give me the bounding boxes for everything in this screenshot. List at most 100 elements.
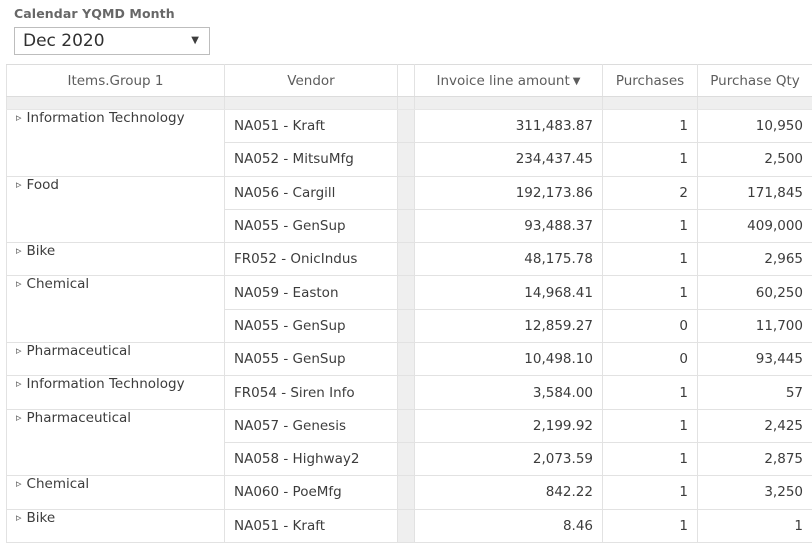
cell-vendor[interactable]: NA060 - PoeMfg (225, 476, 398, 509)
cell-spacer (398, 243, 415, 276)
cell-purchase-qty[interactable]: 1 (698, 509, 812, 542)
table-row[interactable]: ▹Information TechnologyNA051 - Kraft311,… (7, 110, 812, 143)
cell-vendor[interactable]: FR052 - OnicIndus (225, 243, 398, 276)
cell-invoice-line-amount[interactable]: 2,073.59 (415, 442, 603, 475)
column-header-invoice-line-amount-label: Invoice line amount (436, 73, 569, 89)
table-header: Items.Group 1 Vendor Invoice line amount… (7, 65, 812, 97)
cell-spacer (398, 442, 415, 475)
cell-group[interactable]: ▹ Bike (7, 243, 225, 276)
cell-purchase-qty[interactable]: 10,950 (698, 110, 812, 143)
cell-purchase-qty[interactable]: 57 (698, 376, 812, 409)
cell-vendor[interactable]: NA058 - Highway2 (225, 442, 398, 475)
expand-triangle-icon[interactable]: ▹ (16, 344, 22, 357)
cell-purchases[interactable]: 1 (603, 243, 698, 276)
cell-purchase-qty[interactable]: 2,875 (698, 442, 812, 475)
cell-group[interactable]: ▹ Pharmaceutical (7, 409, 225, 476)
cell-purchase-qty[interactable]: 171,845 (698, 176, 812, 209)
cell-purchases[interactable]: 1 (603, 209, 698, 242)
cell-vendor[interactable]: NA056 - Cargill (225, 176, 398, 209)
cell-invoice-line-amount[interactable]: 10,498.10 (415, 343, 603, 376)
cell-purchases[interactable]: 0 (603, 309, 698, 342)
cell-purchase-qty[interactable]: 11,700 (698, 309, 812, 342)
cell-purchases[interactable]: 1 (603, 376, 698, 409)
cell-group-label: Bike (27, 243, 56, 259)
table-row[interactable]: ▹BikeNA051 - Kraft8.4611 (7, 509, 812, 542)
cell-purchases[interactable]: 1 (603, 276, 698, 309)
cell-invoice-line-amount[interactable]: 192,173.86 (415, 176, 603, 209)
cell-invoice-line-amount[interactable]: 8.46 (415, 509, 603, 542)
pivot-table: Items.Group 1 Vendor Invoice line amount… (6, 64, 812, 543)
cell-invoice-line-amount[interactable]: 14,968.41 (415, 276, 603, 309)
cell-vendor[interactable]: NA051 - Kraft (225, 110, 398, 143)
cell-invoice-line-amount[interactable]: 3,584.00 (415, 376, 603, 409)
expand-triangle-icon[interactable]: ▹ (16, 244, 22, 257)
column-header-invoice-line-amount[interactable]: Invoice line amount ▼ (415, 65, 603, 97)
cell-group[interactable]: ▹Information Technology (7, 376, 225, 409)
cell-group-label: Pharmaceutical (27, 410, 131, 426)
cell-vendor[interactable]: NA057 - Genesis (225, 409, 398, 442)
table-row[interactable]: ▹ Bike FR052 - OnicIndus 48,175.7812,965 (7, 243, 812, 276)
expand-triangle-icon[interactable]: ▹ (16, 511, 22, 524)
table-row[interactable]: ▹ Food NA056 - Cargill 192,173.862171,845 (7, 176, 812, 209)
cell-vendor[interactable]: NA055 - GenSup (225, 209, 398, 242)
column-header-purchase-qty[interactable]: Purchase Qty (698, 65, 812, 97)
cell-group-label: Chemical (27, 476, 90, 492)
cell-purchase-qty[interactable]: 2,500 (698, 143, 812, 176)
cell-purchases[interactable]: 0 (603, 343, 698, 376)
expand-triangle-icon[interactable]: ▹ (16, 477, 22, 490)
cell-vendor[interactable]: NA055 - GenSup (225, 309, 398, 342)
cell-invoice-line-amount[interactable]: 842.22 (415, 476, 603, 509)
cell-group[interactable]: ▹Bike (7, 509, 225, 542)
expand-triangle-icon[interactable]: ▹ (16, 377, 22, 390)
column-header-vendor[interactable]: Vendor (225, 65, 398, 97)
sort-desc-icon[interactable]: ▼ (573, 76, 581, 87)
cell-purchases[interactable]: 1 (603, 442, 698, 475)
expand-triangle-icon[interactable]: ▹ (16, 178, 22, 191)
cell-group[interactable]: ▹ Chemical (7, 476, 225, 509)
cell-spacer (398, 343, 415, 376)
cell-group[interactable]: ▹Chemical (7, 276, 225, 343)
month-select[interactable]: Dec 2020 ▼ (14, 27, 210, 55)
cell-purchases[interactable]: 1 (603, 476, 698, 509)
cell-invoice-line-amount[interactable]: 12,859.27 (415, 309, 603, 342)
cell-group[interactable]: ▹ Food (7, 176, 225, 243)
table-row[interactable]: ▹ChemicalNA059 - Easton14,968.41160,250 (7, 276, 812, 309)
cell-purchase-qty[interactable]: 93,445 (698, 343, 812, 376)
cell-purchase-qty[interactable]: 2,425 (698, 409, 812, 442)
cell-vendor[interactable]: NA052 - MitsuMfg (225, 143, 398, 176)
table-row[interactable]: ▹ Pharmaceutical NA057 - Genesis 2,199.9212… (7, 409, 812, 442)
cell-group[interactable]: ▹Pharmaceutical (7, 343, 225, 376)
cell-invoice-line-amount[interactable]: 2,199.92 (415, 409, 603, 442)
cell-invoice-line-amount[interactable]: 234,437.45 (415, 143, 603, 176)
cell-group[interactable]: ▹Information Technology (7, 110, 225, 177)
table-row[interactable]: ▹PharmaceuticalNA055 - GenSup 10,498.1009… (7, 343, 812, 376)
cell-purchases[interactable]: 1 (603, 143, 698, 176)
cell-vendor[interactable]: NA059 - Easton (225, 276, 398, 309)
cell-vendor[interactable]: FR054 - Siren Info (225, 376, 398, 409)
cell-invoice-line-amount[interactable]: 311,483.87 (415, 110, 603, 143)
cell-purchase-qty[interactable]: 2,965 (698, 243, 812, 276)
cell-purchases[interactable]: 2 (603, 176, 698, 209)
cell-purchases[interactable]: 1 (603, 409, 698, 442)
cell-vendor[interactable]: NA055 - GenSup (225, 343, 398, 376)
cell-spacer (398, 409, 415, 442)
expand-triangle-icon[interactable]: ▹ (16, 111, 22, 124)
cell-invoice-line-amount[interactable]: 48,175.78 (415, 243, 603, 276)
cell-purchase-qty[interactable]: 60,250 (698, 276, 812, 309)
table-row[interactable]: ▹Information TechnologyFR054 - Siren Inf… (7, 376, 812, 409)
cell-spacer (398, 176, 415, 209)
cell-group-label: Food (27, 177, 59, 193)
table-row[interactable]: ▹ Chemical NA060 - PoeMfg 842.2213,250 (7, 476, 812, 509)
expand-triangle-icon[interactable]: ▹ (16, 411, 22, 424)
cell-purchase-qty[interactable]: 409,000 (698, 209, 812, 242)
cell-purchase-qty[interactable]: 3,250 (698, 476, 812, 509)
cell-invoice-line-amount[interactable]: 93,488.37 (415, 209, 603, 242)
column-header-purchases[interactable]: Purchases (603, 65, 698, 97)
cell-purchases[interactable]: 1 (603, 110, 698, 143)
cell-purchases[interactable]: 1 (603, 509, 698, 542)
expand-triangle-icon[interactable]: ▹ (16, 277, 22, 290)
cell-vendor[interactable]: NA051 - Kraft (225, 509, 398, 542)
spacer-cell-gap (398, 97, 415, 110)
cell-spacer (398, 509, 415, 542)
column-header-group[interactable]: Items.Group 1 (7, 65, 225, 97)
